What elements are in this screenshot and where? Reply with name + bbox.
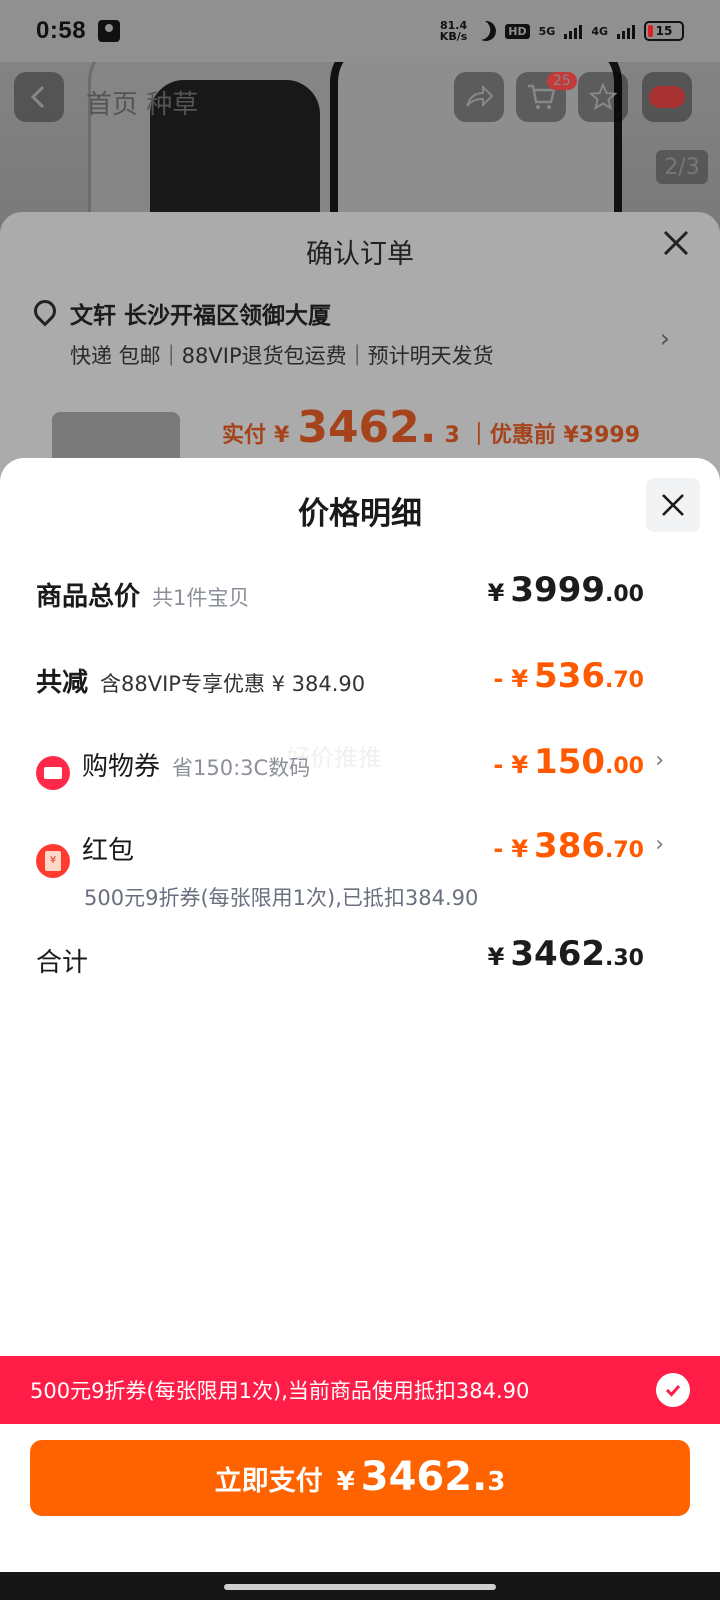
pay-now-label: 立即支付	[214, 1466, 323, 1497]
total-discount-label: 共减	[36, 668, 89, 698]
battery-level: 15	[655, 24, 673, 38]
paid-amount-int: 3462.	[297, 402, 437, 453]
delivery-address[interactable]: 文轩 长沙开福区领御大厦	[70, 296, 331, 330]
chevron-right-icon[interactable]: ›	[655, 748, 664, 773]
paid-amount-dec: 3	[444, 423, 460, 448]
share-button[interactable]	[454, 72, 504, 122]
close-icon	[663, 230, 689, 256]
status-bar: 0:58 81.4 KB/s HD 5G 4G 15	[0, 0, 720, 62]
shopping-coupon-row[interactable]: 购物券 省150:3C数码	[36, 746, 311, 790]
grand-total-row: 合计	[36, 942, 88, 979]
shopping-coupon-label: 购物券	[82, 752, 161, 782]
pay-now-currency: ¥	[336, 1467, 355, 1497]
image-counter: 2/3	[656, 150, 708, 184]
grand-total-amount: ¥ 3462 .30	[487, 934, 644, 974]
red-packet-row[interactable]: ¥ 红包	[36, 830, 135, 878]
pay-now-button[interactable]: 立即支付 ¥ 3462. 3	[30, 1440, 690, 1516]
paid-currency: ¥	[274, 423, 290, 448]
total-discount-amount: - ¥ 536 .70	[493, 656, 644, 696]
status-indicators: 81.4 KB/s HD 5G 4G 15	[440, 20, 684, 42]
battery-icon: 15	[644, 21, 684, 41]
back-icon	[30, 85, 45, 109]
moon-icon	[473, 18, 499, 44]
price-detail-sheet: 价格明细 好价推推 商品总价 共1件宝贝 ¥ 3999 .00 共减 含88VI…	[0, 458, 720, 1600]
paid-summary: 实付 ¥ 3462. 3 ｜优惠前 ¥3999	[222, 402, 640, 453]
close-icon	[662, 494, 684, 516]
share-icon	[466, 84, 494, 108]
price-detail-close-button[interactable]	[646, 478, 700, 532]
grand-total-label: 合计	[36, 948, 89, 978]
paid-label: 实付	[222, 423, 267, 448]
profile-status-icon	[98, 20, 121, 42]
signal-icon	[564, 23, 583, 39]
coupon-notice-text: 500元9折券(每张限用1次),当前商品使用抵扣384.90	[30, 1379, 530, 1403]
total-discount-row: 共减 含88VIP专享优惠 ¥ 384.90	[36, 662, 365, 699]
net-speed: 81.4 KB/s	[439, 19, 468, 43]
price-detail-title: 价格明细	[298, 496, 422, 532]
hd-badge: HD	[505, 23, 530, 39]
chevron-right-icon[interactable]: ›	[655, 832, 664, 857]
confirm-order-close-button[interactable]	[662, 228, 690, 264]
background-tabs: 首页 种草	[86, 90, 199, 120]
location-icon	[29, 295, 61, 327]
original-price: ｜优惠前 ¥3999	[467, 423, 641, 448]
star-icon	[588, 82, 618, 111]
coupon-notice-bar[interactable]: 500元9折券(每张限用1次),当前商品使用抵扣384.90	[0, 1356, 720, 1424]
shopping-coupon-amount[interactable]: - ¥ 150 .00	[493, 742, 644, 782]
home-indicator[interactable]	[224, 1584, 496, 1590]
back-button[interactable]	[14, 72, 64, 122]
favorite-button[interactable]	[578, 72, 628, 122]
coupon-icon	[36, 756, 70, 790]
red-packet-label: 红包	[82, 836, 135, 866]
pay-now-amount-int: 3462.	[360, 1454, 488, 1500]
shopping-coupon-note: 省150:3C数码	[172, 756, 311, 780]
network-5g-label: 5G	[538, 24, 556, 38]
pay-now-amount-dec: 3	[487, 1467, 506, 1497]
red-packet-note: 500元9折券(每张限用1次),已抵扣384.90	[84, 886, 479, 910]
total-goods-count: 共1件宝贝	[152, 586, 250, 610]
chevron-right-icon[interactable]: ›	[660, 324, 670, 354]
network-4g-label: 4G	[591, 24, 608, 38]
confirm-order-title: 确认订单	[306, 239, 414, 270]
vip-discount-note: 含88VIP专享优惠 ¥ 384.90	[100, 672, 366, 696]
check-icon[interactable]	[656, 1373, 690, 1407]
cart-badge: 25	[547, 72, 577, 90]
red-packet-icon: ¥	[36, 843, 70, 878]
shipping-info: 快递 包邮｜88VIP退货包运费｜预计明天发货	[70, 344, 494, 368]
total-goods-label: 商品总价	[36, 582, 141, 612]
status-time: 0:58	[36, 17, 87, 44]
total-goods-row: 商品总价 共1件宝贝	[36, 576, 249, 613]
more-icon	[649, 86, 685, 108]
more-button[interactable]	[642, 72, 692, 122]
red-packet-amount[interactable]: - ¥ 386 .70	[493, 826, 644, 866]
signal-icon-2	[617, 23, 635, 39]
total-goods-amount: ¥ 3999 .00	[487, 570, 644, 610]
